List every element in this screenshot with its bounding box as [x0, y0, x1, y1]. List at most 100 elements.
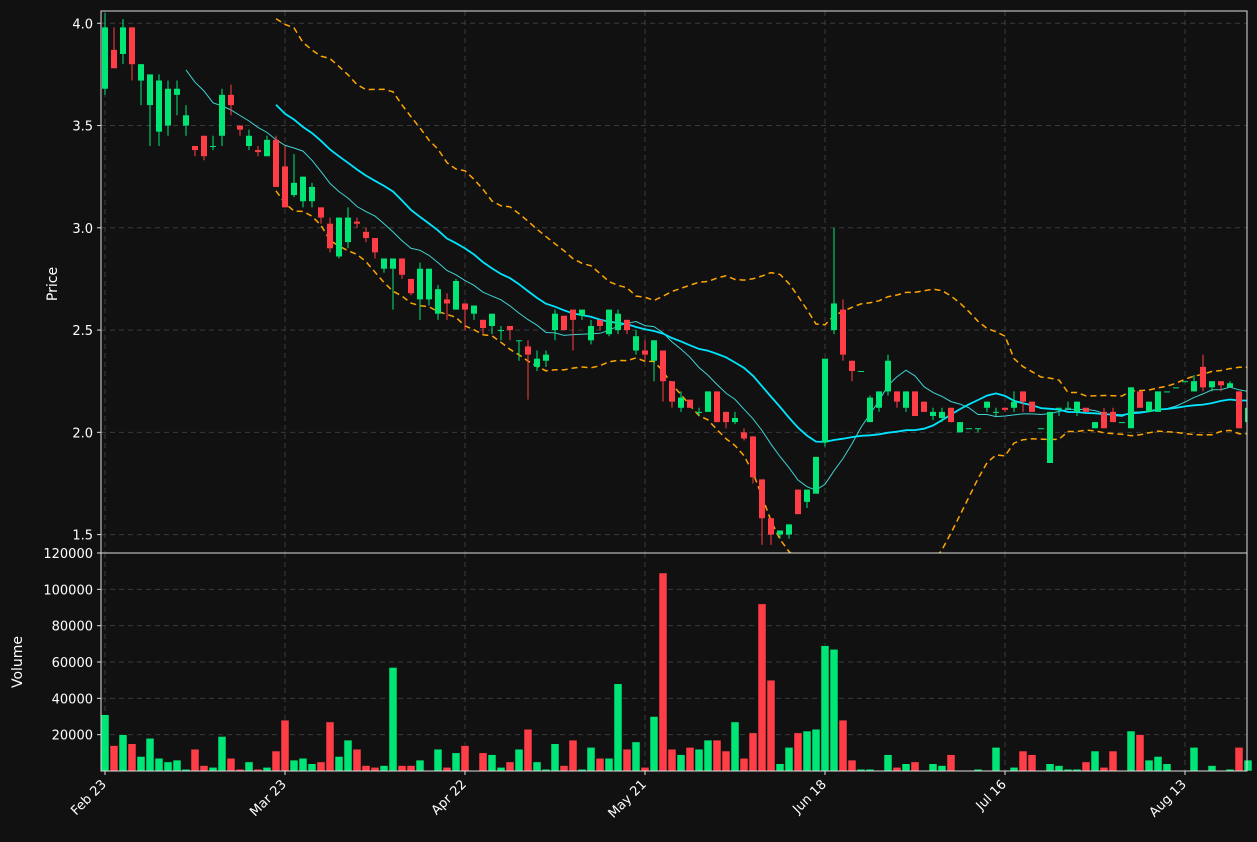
volume-bar — [631, 741, 641, 772]
candle-body — [363, 231, 369, 239]
volume-bar — [1162, 763, 1172, 772]
candle-body — [300, 176, 306, 202]
candle — [1038, 428, 1044, 430]
candle-body — [1164, 391, 1170, 393]
chart-background — [0, 0, 1257, 842]
volume-bar — [622, 748, 632, 772]
candle-body — [1155, 391, 1161, 412]
volume-bar — [505, 761, 515, 772]
candle-body — [975, 428, 981, 430]
candle-body — [480, 319, 486, 329]
candle-body — [1128, 387, 1134, 429]
volume-bar — [145, 738, 155, 772]
candle-body — [1029, 401, 1035, 412]
candle-body — [534, 358, 540, 367]
volume-bar — [604, 758, 614, 772]
candle — [1029, 401, 1035, 412]
price-tick-label: 3.5 — [72, 120, 93, 135]
candle-body — [489, 313, 495, 326]
candle — [714, 391, 720, 423]
candle-body — [759, 479, 765, 519]
volume-bar — [883, 754, 893, 772]
volume-bar — [829, 649, 839, 772]
volume-bar — [523, 728, 533, 772]
candle — [1083, 407, 1089, 412]
candle-body — [966, 428, 972, 430]
candle-body — [1182, 381, 1188, 383]
candle-body — [525, 346, 531, 355]
volume-bar — [352, 748, 362, 772]
candle-body — [408, 278, 414, 294]
candle-body — [507, 325, 513, 331]
candle-body — [462, 303, 468, 310]
volume-bar — [748, 732, 758, 772]
volume-bar — [1099, 767, 1109, 772]
candle-body — [543, 354, 549, 361]
candle-body — [1002, 407, 1008, 410]
candle — [705, 391, 711, 412]
price-tick-label: 4.0 — [72, 17, 93, 32]
volume-bar — [1135, 734, 1145, 772]
volume-bar — [730, 721, 740, 772]
volume-bar — [397, 765, 407, 772]
candle-body — [1191, 381, 1197, 392]
candle-body — [435, 289, 441, 314]
volume-bar — [1045, 763, 1055, 772]
volume-bar — [451, 752, 461, 772]
candle-body — [1020, 391, 1026, 402]
volume-bar — [1207, 765, 1217, 772]
candle-body — [624, 319, 630, 331]
candle-body — [993, 411, 999, 413]
volume-bar — [316, 761, 326, 772]
candle-body — [255, 150, 261, 153]
candle-body — [1218, 381, 1224, 386]
candle-body — [237, 125, 243, 130]
candle-body — [813, 456, 819, 494]
volume-bar — [379, 765, 389, 772]
volume-tick-label: 80000 — [52, 620, 93, 635]
candle-body — [309, 186, 315, 202]
candle-body — [597, 319, 603, 326]
volume-bar — [703, 739, 713, 772]
candle — [1092, 422, 1098, 429]
candle-body — [858, 370, 864, 372]
candle — [1128, 387, 1134, 429]
candle-body — [1200, 366, 1206, 388]
candle — [1047, 411, 1053, 464]
volume-bar — [478, 752, 488, 772]
volume-bar — [1153, 756, 1163, 772]
candle-body — [228, 94, 234, 106]
candle — [1236, 391, 1242, 429]
candle-body — [291, 182, 297, 196]
volume-bar — [1090, 750, 1100, 772]
candle — [750, 436, 756, 484]
volume-bar — [172, 759, 182, 772]
candle-body — [111, 49, 117, 69]
candle-body — [1227, 383, 1233, 388]
volume-bar — [928, 763, 938, 772]
candle — [885, 354, 891, 396]
volume-axis-label: Volume — [10, 636, 26, 688]
candle-body — [687, 399, 693, 408]
volume-bar — [1234, 747, 1244, 772]
candle-body — [696, 411, 702, 413]
candle-body — [777, 530, 783, 535]
candle — [948, 407, 954, 423]
volume-bar — [136, 756, 146, 772]
candle-body — [615, 313, 621, 331]
candle-body — [417, 268, 423, 300]
volume-bar — [676, 754, 686, 772]
candle-body — [984, 401, 990, 408]
volume-bar — [694, 748, 704, 772]
candle-body — [372, 238, 378, 253]
candle-body — [1209, 381, 1215, 388]
volume-bar — [721, 750, 731, 772]
volume-bar — [280, 719, 290, 772]
volume-bar — [937, 765, 947, 772]
volume-bar — [190, 748, 200, 772]
volume-bar — [343, 739, 353, 772]
candle-body — [948, 407, 954, 423]
volume-bar — [811, 728, 821, 772]
volume-bar — [208, 767, 218, 772]
candle-body — [273, 139, 279, 187]
